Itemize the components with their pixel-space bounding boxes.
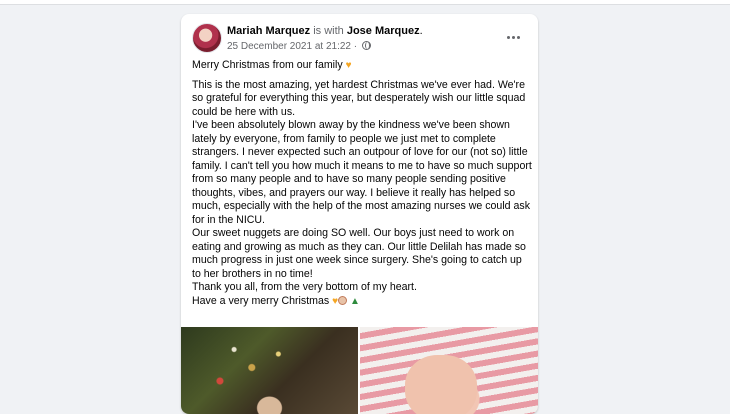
post-line-text: Merry Christmas from our family (192, 59, 343, 71)
post-header: Mariah Marquez is with Jose Marquez. 25 … (192, 23, 528, 59)
post-photos (181, 327, 538, 414)
post-line: Have a very merry Christmas ♥ ▲ (192, 295, 532, 309)
post-line-text: Have a very merry Christmas (192, 294, 330, 307)
baby-face (405, 355, 477, 414)
top-navigation-bar (0, 0, 730, 5)
post-line: Our sweet nuggets are doing SO well. Our… (192, 227, 526, 280)
heart-emoji: ♥ (345, 60, 352, 71)
author-name-link[interactable]: Mariah Marquez (227, 25, 310, 37)
with-text: is with (310, 25, 347, 37)
feed-post: Mariah Marquez is with Jose Marquez. 25 … (181, 14, 538, 414)
globe-icon[interactable] (361, 41, 371, 50)
post-meta: 25 December 2021 at 21:22 · (227, 40, 371, 53)
tagged-name-link[interactable]: Jose Marquez (347, 25, 420, 37)
christmas-tree-photo[interactable] (181, 327, 358, 414)
avatar[interactable] (192, 23, 222, 53)
post-line: Merry Christmas from our family ♥ (192, 59, 532, 73)
newborn-photo[interactable] (360, 327, 538, 414)
post-line: Thank you all, from the very bottom of m… (192, 281, 417, 293)
post-text: Merry Christmas from our family ♥ This i… (192, 59, 532, 308)
tag-suffix: . (419, 25, 423, 37)
tree-emoji: ▲ (350, 295, 360, 307)
bauble-emoji (338, 295, 348, 305)
more-options-icon[interactable] (502, 29, 524, 45)
post-timestamp[interactable]: 25 December 2021 at 21:22 · (227, 41, 360, 52)
post-line: I've been absolutely blown away by the k… (192, 119, 532, 226)
post-line: This is the most amazing, yet hardest Ch… (192, 78, 526, 118)
post-author-line: Mariah Marquez is with Jose Marquez. (227, 24, 423, 38)
